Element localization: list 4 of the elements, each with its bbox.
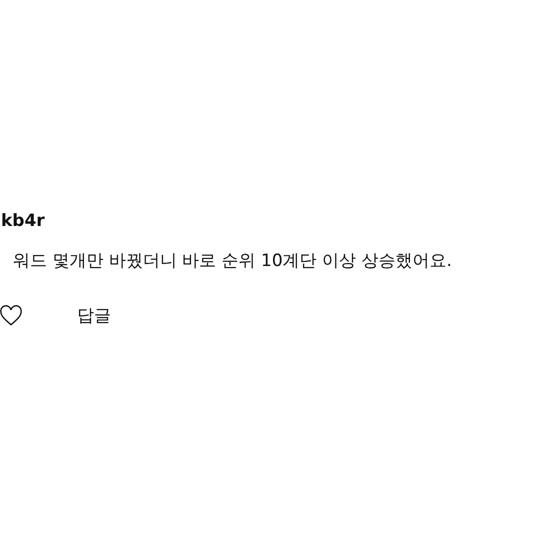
reply-button[interactable]: 답글: [77, 304, 111, 327]
heart-icon[interactable]: [0, 304, 22, 326]
comment-text: 워드 몇개만 바꿨더니 바로 순위 10계단 이상 상승했어요.: [12, 250, 452, 273]
username: kb4r: [0, 210, 45, 233]
